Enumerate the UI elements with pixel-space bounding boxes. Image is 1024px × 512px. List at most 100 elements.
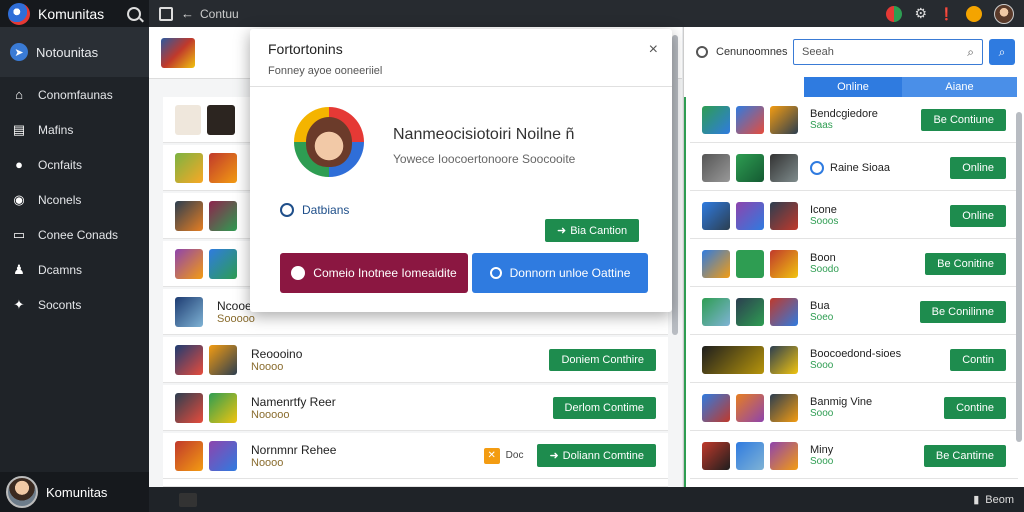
search-icon: ⌕ [967,44,974,59]
list-item[interactable]: Bendcgiedore Saas Be Contiune [690,97,1018,143]
grid-icon: ▮ [973,494,980,506]
primary-action-label: Comeio Inotnee Iomeaidite [313,266,457,280]
game-status: Soeo [810,312,834,323]
game-thumbnail [770,105,798,134]
list-item[interactable]: Bua Soeo Be Conilinne [690,289,1018,335]
scrollbar[interactable] [1016,112,1022,442]
list-item[interactable]: Miny Sooo Be Cantirne [690,433,1018,479]
modal-header: Fortortonins Fonney ayoe ooneeriiel × [250,29,672,87]
search-input[interactable]: Seeah ⌕ [793,39,983,65]
secondary-action-button[interactable]: Donnorn unloe Oattine [472,253,648,293]
search-button[interactable]: ⌕ [989,39,1015,65]
sidebar-item-label: Ocnfaits [38,157,83,172]
profile-avatar[interactable] [994,3,1014,24]
top-bar: ← Contuu ⚙ ❗ [149,0,1024,27]
sidebar-item-3[interactable]: ◉ Nconels [0,182,149,217]
home-icon: ⌂ [15,87,23,102]
current-user[interactable]: Komunitas [0,472,149,512]
list-item-info: Miny Sooo [810,444,833,467]
scrollbar[interactable] [672,35,678,335]
details-link[interactable]: Datbians [280,203,349,217]
community-pane: Cenunoomnes Seeah ⌕ ⌕ Online Aiane Bendc… [683,27,1024,487]
game-status: Sooo [810,408,834,419]
game-status: Noooo [251,456,284,469]
bottom-status[interactable]: ▮ Beom [973,493,1014,507]
game-name: Namenrtfy Reer [251,394,336,409]
list-item[interactable]: Boocoedond-sioes Sooo Contin [690,337,1018,383]
game-thumbnail [702,441,730,470]
game-thumbnail [770,201,798,230]
list-item-info: Boon Soodo [810,252,839,275]
badge-icon[interactable] [966,5,982,22]
tab-aiane[interactable]: Aiane [902,77,1017,97]
sidebar-item-5[interactable]: ♟ Dcamns [0,252,149,287]
game-status: Sooooo [217,312,255,325]
continue-button[interactable]: Doniem Conthire [549,348,656,371]
alert-icon[interactable]: ❗ [939,7,954,21]
small-continue-button[interactable]: ➜ Bia Cantion [545,219,640,242]
online-button[interactable]: Online [950,204,1006,227]
details-link-label: Datbians [302,203,350,217]
continue-button[interactable]: Contine [944,396,1006,419]
game-thumbnail [770,297,798,326]
sidebar-item-2[interactable]: ● Ocnfaits [0,147,149,182]
game-thumbnail[interactable] [161,37,195,68]
game-status: Nooooo [251,408,290,421]
sidebar: Komunitas ➤ Notounitas ⌂ Conomfaunas ▤ Maf… [0,0,149,512]
game-thumbnail [175,104,201,135]
gear-icon[interactable]: ⚙ [914,5,927,22]
continue-button[interactable]: Be Contiune [921,108,1006,131]
list-item[interactable]: Reoooino Noooo Doniem Conthire [163,337,668,383]
game-thumbnail [736,153,764,182]
game-name: Boon [810,252,836,264]
profile-modal: Fortortonins Fonney ayoe ooneeriiel × Na… [250,29,672,312]
list-item[interactable]: Namenrtfy Reer Nooooo Derlom Contime [163,385,668,431]
game-name: Bendcgiedore [810,108,878,120]
sidebar-item-1[interactable]: ▤ Mafins [0,112,149,147]
tab-online[interactable]: Online [804,77,902,97]
game-thumbnail [770,153,798,182]
close-icon[interactable]: × [649,41,658,59]
search-placeholder: Seeah [802,46,834,58]
game-thumbnail [736,249,764,278]
game-name: Nornmnr Rehee [251,442,337,457]
list-item[interactable]: Raine Sioaa Online [690,145,1018,191]
continue-button[interactable]: Contin [950,348,1006,371]
game-thumbnail [770,345,798,374]
game-thumbnail [209,152,237,183]
search-icon[interactable] [127,6,141,21]
continue-button[interactable]: Be Conitine [925,252,1006,275]
continue-button[interactable]: Be Cantirne [923,444,1006,467]
continue-button[interactable]: Derlom Contime [552,396,656,419]
list-item[interactable]: Boon Soodo Be Conitine [690,241,1018,287]
back-arrow-icon[interactable]: ← [181,6,194,21]
sidebar-item-brand[interactable]: ➤ Notounitas [0,27,149,77]
game-thumbnail [175,200,203,231]
list-item[interactable]: Icone Sooos Online [690,193,1018,239]
sidebar-item-4[interactable]: ▭ Conee Conads [0,217,149,252]
list-item-info: Bua Soeo [810,300,833,323]
game-thumbnail [175,392,203,423]
sidebar-item-0[interactable]: ⌂ Conomfaunas [0,77,149,112]
primary-action-button[interactable]: Comeio Inotnee Iomeaidite [280,253,468,293]
continue-button[interactable]: ➜ Doliann Comtine [537,444,656,467]
list-item[interactable] [163,479,668,487]
target-icon: ◉ [13,191,25,207]
continue-button-label: Doliann Comtine [562,449,644,462]
list-item[interactable]: Banmig Vine Sooo Contine [690,385,1018,431]
pane-header-label: Cenunoomnes [716,46,788,58]
game-thumbnail [702,393,730,422]
game-status: Sooo [810,360,834,371]
search-icon: ⌕ [998,44,1006,59]
sidebar-item-6[interactable]: ✦ Soconts [0,287,149,322]
notification-icon[interactable] [886,5,903,22]
list-item-info: Namenrtfy Reer Nooooo [251,395,336,421]
continue-button[interactable]: Be Conilinne [919,300,1006,323]
online-button[interactable]: Online [950,156,1006,179]
game-thumbnail [702,297,730,326]
small-continue-label: Bia Cantion [570,224,628,237]
game-thumbnail [702,201,730,230]
list-item[interactable]: Nornmnr Rehee Noooo ✕ Doc ➜ Doliann Comti… [163,433,668,479]
sidebar-brand-label: Notounitas [36,44,99,60]
window-icon[interactable] [159,6,173,21]
